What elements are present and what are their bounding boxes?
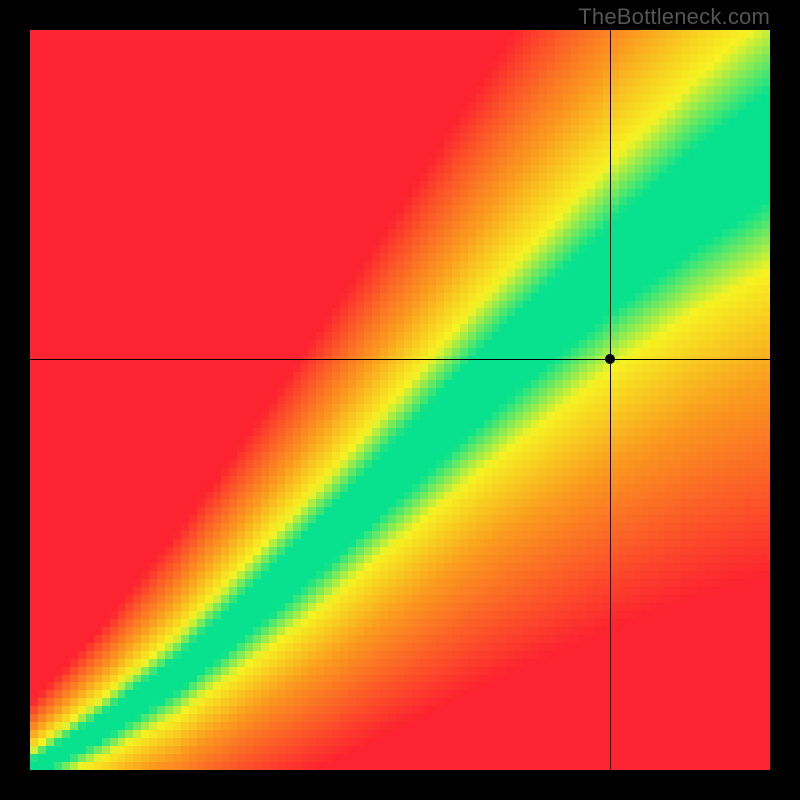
heatmap-canvas	[30, 30, 770, 770]
watermark-text: TheBottleneck.com	[578, 4, 770, 30]
plot-area	[30, 30, 770, 770]
marker-point	[605, 354, 615, 364]
chart-frame: TheBottleneck.com	[0, 0, 800, 800]
crosshair-vertical	[610, 30, 611, 770]
crosshair-horizontal	[30, 359, 770, 360]
